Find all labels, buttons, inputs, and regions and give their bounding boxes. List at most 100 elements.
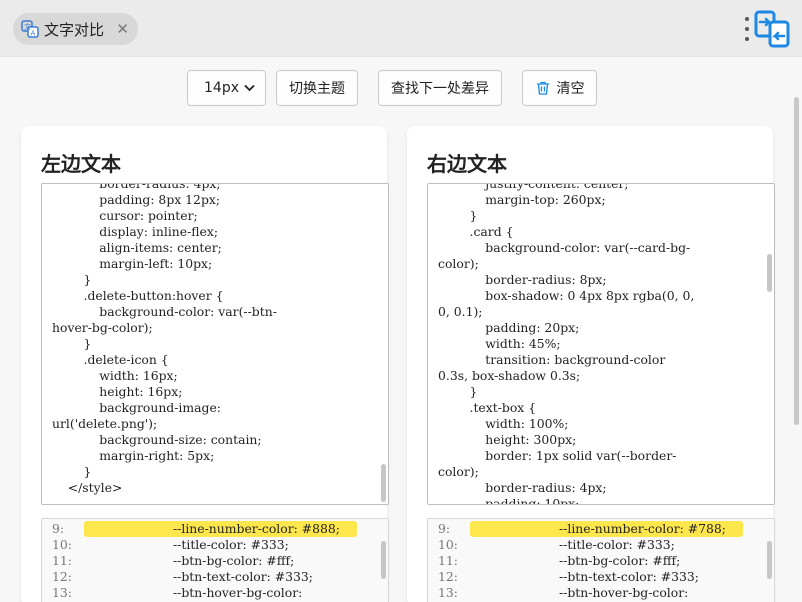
diff-line-text: --btn-text-color: #333;	[559, 569, 699, 584]
code-line: .delete-button:hover {	[52, 288, 224, 303]
title-bar: 文 A 文字对比 ✕	[0, 0, 802, 57]
line-number: 12:	[438, 569, 458, 584]
code-line: height: 300px;	[438, 432, 577, 447]
code-line: hover-bg-color);	[52, 320, 153, 335]
code-line: width: 100%;	[438, 416, 569, 431]
diff-line: 10: --title-color: #333;	[42, 537, 388, 553]
diff-line: 13: --btn-hover-bg-color:	[42, 585, 388, 601]
left-text-scrollbar[interactable]	[381, 464, 386, 502]
tab-label: 文字对比	[44, 20, 105, 39]
line-number: 12:	[52, 569, 72, 584]
diff-line-text: --btn-bg-color: #fff;	[559, 553, 681, 568]
code-line: padding: 20px;	[438, 320, 580, 335]
code-line: background-color: var(--btn-	[52, 304, 277, 319]
diff-line: 10: --title-color: #333;	[428, 537, 774, 553]
font-size-select[interactable]: 14px	[187, 70, 266, 106]
code-line: }	[52, 336, 92, 351]
code-line: transition: background-color	[438, 352, 666, 367]
code-line: width: 45%;	[438, 336, 561, 351]
code-line: 0.3s, box-shadow 0.3s;	[438, 368, 581, 383]
code-line: background-size: contain;	[52, 432, 262, 447]
diff-line: 12: --btn-text-color: #333;	[42, 569, 388, 585]
code-line: cursor: pointer;	[52, 208, 198, 223]
translate-icon: 文 A	[21, 20, 39, 38]
code-line: border-radius: 8px;	[438, 272, 607, 287]
diff-line-text: --btn-hover-bg-color:	[559, 585, 689, 600]
code-line: display: inline-flex;	[52, 224, 219, 239]
compare-swap-icon[interactable]	[754, 10, 792, 48]
left-text-title: 左边文本	[41, 152, 121, 176]
code-line: color);	[438, 464, 479, 479]
line-number: 13:	[438, 585, 458, 600]
code-line: url('delete.png');	[52, 416, 158, 431]
code-line: justify-content: center;	[438, 183, 629, 191]
line-number: 9:	[438, 521, 451, 536]
right-text-card: 右边文本 justify-content: center; margin-top…	[407, 126, 775, 602]
code-line: border-radius: 4px;	[438, 480, 607, 495]
left-text-card: 左边文本 border-radius: 4px; padding: 8px 12…	[21, 126, 389, 602]
left-text-input[interactable]: border-radius: 4px; padding: 8px 12px; c…	[41, 183, 389, 505]
line-number: 9:	[52, 521, 65, 536]
trash-icon	[535, 80, 551, 96]
line-number: 13:	[52, 585, 72, 600]
diff-line-text: --line-number-color: #788;	[559, 521, 726, 536]
diff-line-text: --btn-hover-bg-color:	[173, 585, 303, 600]
diff-line: 11: --btn-bg-color: #fff;	[42, 553, 388, 569]
code-line: }	[52, 272, 92, 287]
code-line: background-image:	[52, 400, 221, 415]
diff-line-text: --btn-text-color: #333;	[173, 569, 313, 584]
diff-line-text: --line-number-color: #888;	[173, 521, 340, 536]
code-line: padding: 10px;	[438, 496, 580, 505]
diff-line: 12: --btn-text-color: #333;	[428, 569, 774, 585]
page-scrollbar[interactable]	[794, 97, 799, 425]
chevron-down-icon	[244, 82, 255, 95]
right-text-title: 右边文本	[427, 152, 507, 176]
diff-line: 9: --line-number-color: #788;	[428, 521, 774, 537]
diff-line: 11: --btn-bg-color: #fff;	[428, 553, 774, 569]
font-size-value: 14px	[204, 80, 239, 96]
right-text-input[interactable]: justify-content: center; margin-top: 260…	[427, 183, 775, 505]
code-line: margin-right: 5px;	[52, 448, 215, 463]
clear-label: 清空	[556, 81, 585, 97]
right-diff-view: 9: --line-number-color: #788; 10: --title-c…	[427, 518, 775, 602]
code-line: background-color: var(--card-bg-	[438, 240, 691, 255]
code-line: .card {	[438, 224, 514, 239]
code-line: box-shadow: 0 4px 8px rgba(0, 0,	[438, 288, 695, 303]
code-line: </style>	[52, 480, 123, 495]
tab-text-compare[interactable]: 文 A 文字对比 ✕	[13, 13, 138, 45]
code-line: }	[438, 384, 478, 399]
left-diff-view: 9: --line-number-color: #888; 10: --title-c…	[41, 518, 389, 602]
code-line: .text-box {	[438, 400, 537, 415]
clear-button[interactable]: 清空	[522, 70, 597, 106]
main-area: 14px 切换主题 查找下一处差异 清空 左边文本 border-radius:…	[0, 57, 802, 602]
close-icon[interactable]: ✕	[116, 21, 129, 37]
code-line: margin-left: 10px;	[52, 256, 213, 271]
left-text-content: border-radius: 4px; padding: 8px 12px; c…	[52, 183, 372, 496]
line-number: 10:	[52, 537, 72, 552]
code-line: border-radius: 4px;	[52, 183, 221, 191]
code-line: }	[52, 464, 92, 479]
code-line: 0, 0.1);	[438, 304, 483, 319]
code-line: border: 1px solid var(--border-	[438, 448, 677, 463]
code-line: color);	[438, 256, 479, 271]
diff-line-text: --title-color: #333;	[559, 537, 675, 552]
find-next-diff-button[interactable]: 查找下一处差异	[378, 70, 502, 106]
line-number: 10:	[438, 537, 458, 552]
diff-line: 9: --line-number-color: #888;	[42, 521, 388, 537]
line-number: 11:	[438, 553, 458, 568]
right-text-scrollbar[interactable]	[767, 254, 772, 292]
toggle-theme-button[interactable]: 切换主题	[276, 70, 358, 106]
code-line: height: 16px;	[52, 384, 183, 399]
diff-line-text: --title-color: #333;	[173, 537, 289, 552]
right-text-content: justify-content: center; margin-top: 260…	[438, 183, 758, 505]
code-line: width: 16px;	[52, 368, 178, 383]
more-options-icon[interactable]	[744, 17, 750, 41]
code-line: }	[438, 208, 478, 223]
diff-line: 13: --btn-hover-bg-color:	[428, 585, 774, 601]
diff-line-text: --btn-bg-color: #fff;	[173, 553, 295, 568]
code-line: padding: 8px 12px;	[52, 192, 221, 207]
line-number: 11:	[52, 553, 72, 568]
code-line: align-items: center;	[52, 240, 222, 255]
svg-text:A: A	[31, 30, 36, 38]
code-line: margin-top: 260px;	[438, 192, 606, 207]
